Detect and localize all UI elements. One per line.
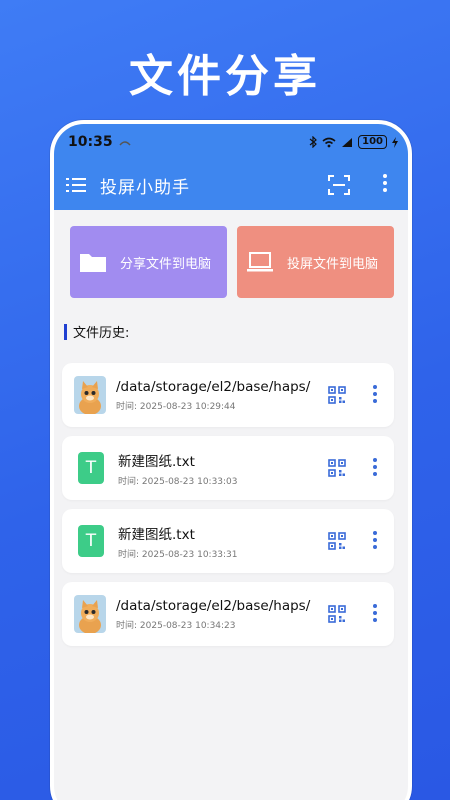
item-more-icon[interactable] xyxy=(372,385,378,405)
status-time: 10:35 xyxy=(68,134,113,150)
history-heading: 文件历史: xyxy=(64,322,408,341)
bluetooth-icon xyxy=(309,136,318,148)
file-history-item[interactable]: T 新建图纸.txt 时间: 2025-08-23 10:33:31 xyxy=(62,509,394,573)
more-options-icon[interactable] xyxy=(382,174,388,196)
status-bar: 10:35 100 xyxy=(54,124,408,160)
txt-file-icon: T xyxy=(78,525,104,557)
qr-code-icon[interactable] xyxy=(328,459,346,477)
file-history-item[interactable]: T 新建图纸.txt 时间: 2025-08-23 10:33:03 xyxy=(62,436,394,500)
menu-icon[interactable] xyxy=(66,177,86,193)
battery-indicator: 100 xyxy=(358,135,387,149)
file-name: /data/storage/el2/base/haps/ xyxy=(116,597,311,614)
signal-icon xyxy=(342,137,353,147)
file-history-item[interactable]: /data/storage/el2/base/haps/ 时间: 2025-08… xyxy=(62,582,394,646)
file-name: 新建图纸.txt xyxy=(118,453,195,470)
file-time: 时间: 2025-08-23 10:33:31 xyxy=(118,549,238,560)
file-history-list: /data/storage/el2/base/haps/ 时间: 2025-08… xyxy=(54,341,408,646)
app-title: 投屏小助手 xyxy=(100,177,190,198)
file-time: 时间: 2025-08-23 10:34:23 xyxy=(116,620,236,631)
cast-file-to-pc-button[interactable]: 投屏文件到电脑 xyxy=(237,226,394,298)
phone-frame: 10:35 100 投屏小助手 分享文件到电脑 投屏文件到电脑 文件历史: /d… xyxy=(50,120,412,800)
folder-icon xyxy=(80,254,106,272)
share-file-to-pc-label: 分享文件到电脑 xyxy=(120,256,212,272)
charging-icon xyxy=(392,136,398,148)
file-time: 时间: 2025-08-23 10:33:03 xyxy=(118,476,238,487)
qr-code-icon[interactable] xyxy=(328,386,346,404)
scan-icon[interactable] xyxy=(328,175,350,195)
item-more-icon[interactable] xyxy=(372,531,378,551)
file-name: /data/storage/el2/base/haps/ xyxy=(116,378,311,395)
laptop-icon xyxy=(247,252,273,272)
qr-code-icon[interactable] xyxy=(328,605,346,623)
app-bar: 10:35 100 投屏小助手 xyxy=(54,124,408,210)
heading-accent-bar xyxy=(64,323,67,340)
item-more-icon[interactable] xyxy=(372,604,378,624)
wifi-icon xyxy=(322,137,336,147)
history-title: 文件历史: xyxy=(73,326,130,341)
cast-file-to-pc-label: 投屏文件到电脑 xyxy=(287,256,379,272)
cat-image-thumbnail xyxy=(74,376,106,414)
action-row: 分享文件到电脑 投屏文件到电脑 xyxy=(54,210,408,298)
txt-file-icon: T xyxy=(78,452,104,484)
share-file-to-pc-button[interactable]: 分享文件到电脑 xyxy=(70,226,227,298)
file-name: 新建图纸.txt xyxy=(118,526,195,543)
item-more-icon[interactable] xyxy=(372,458,378,478)
toolbar: 投屏小助手 xyxy=(54,160,408,210)
file-history-item[interactable]: /data/storage/el2/base/haps/ 时间: 2025-08… xyxy=(62,363,394,427)
cast-status-icon xyxy=(119,141,131,146)
cat-image-thumbnail xyxy=(74,595,106,633)
file-time: 时间: 2025-08-23 10:29:44 xyxy=(116,401,236,412)
qr-code-icon[interactable] xyxy=(328,532,346,550)
promo-headline: 文件分享 xyxy=(129,51,321,102)
